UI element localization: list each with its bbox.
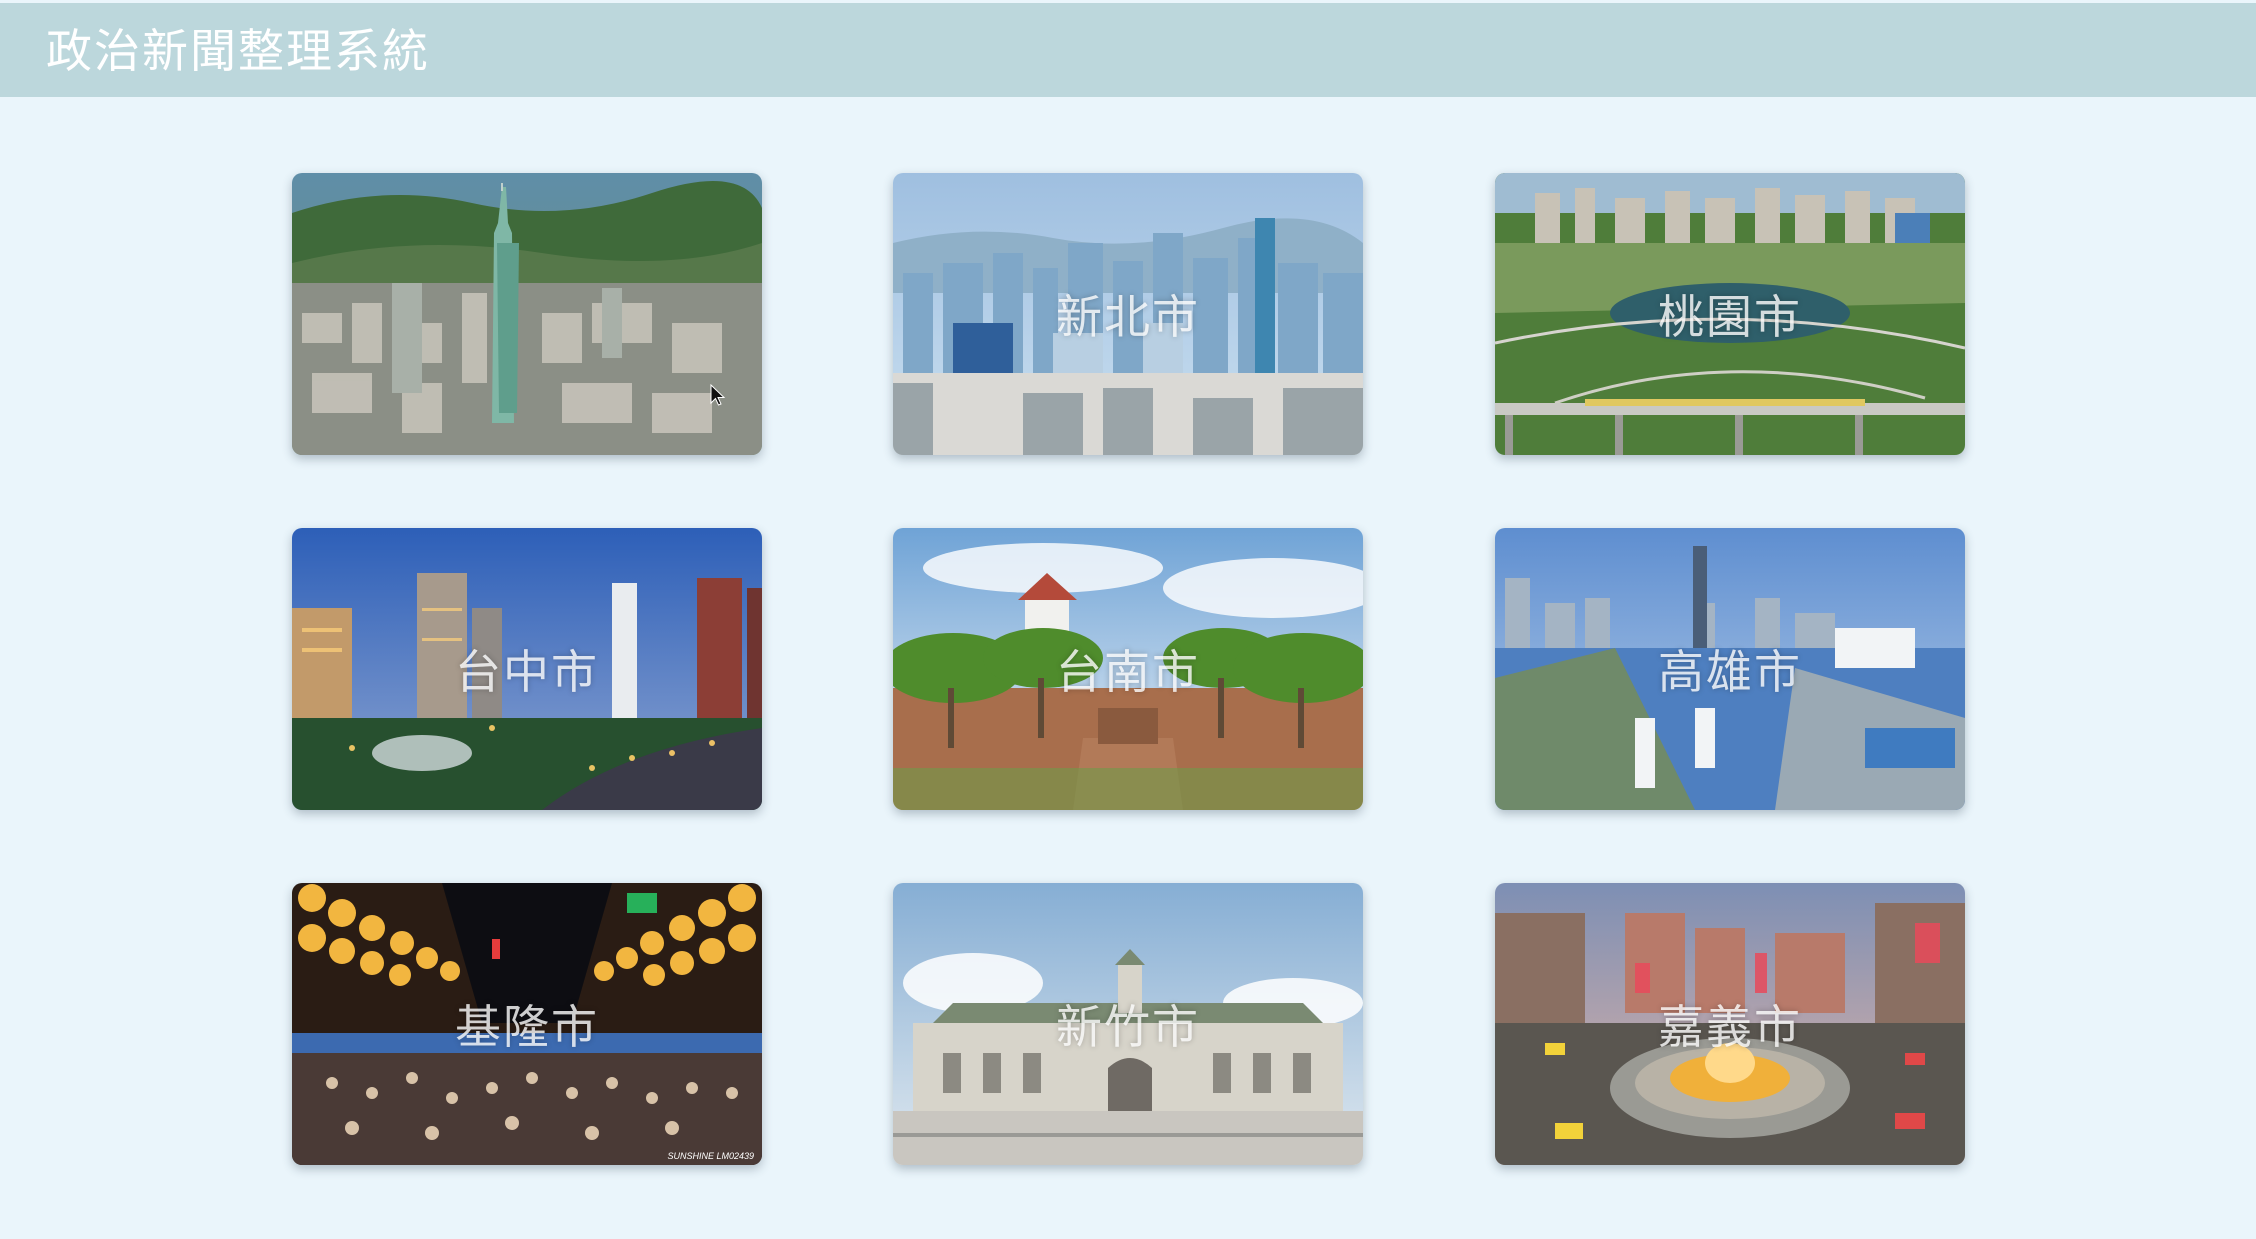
- photo-watermark: SUNSHINE LM02439: [667, 1151, 754, 1161]
- city-label: 台中市: [455, 645, 599, 699]
- app-title: 政治新聞整理系統: [46, 24, 430, 78]
- city-card-taipei[interactable]: [292, 173, 762, 455]
- city-label: 嘉義市: [1658, 1000, 1802, 1054]
- city-card-new-taipei[interactable]: 新北市: [893, 173, 1363, 455]
- city-label: 高雄市: [1658, 645, 1802, 699]
- taipei-101-aerial-photo: [292, 173, 762, 455]
- city-card-chiayi[interactable]: 嘉義市: [1495, 883, 1965, 1165]
- city-card-taichung[interactable]: 台中市: [292, 528, 762, 810]
- top-header-bar: 政治新聞整理系統: [0, 3, 2256, 97]
- city-label: 新北市: [1056, 290, 1200, 344]
- city-card-tainan[interactable]: 台南市: [893, 528, 1363, 810]
- city-label: 桃園市: [1658, 290, 1802, 344]
- city-card-kaohsiung[interactable]: 高雄市: [1495, 528, 1965, 810]
- city-label: 基隆市: [455, 1000, 599, 1054]
- city-label: 新竹市: [1056, 1000, 1200, 1054]
- city-card-hsinchu[interactable]: 新竹市: [893, 883, 1363, 1165]
- city-card-keelung[interactable]: SUNSHINE LM02439 基隆市: [292, 883, 762, 1165]
- city-label: 台南市: [1056, 645, 1200, 699]
- mouse-cursor-icon: [710, 384, 726, 406]
- city-card-taoyuan[interactable]: 桃園市: [1495, 173, 1965, 455]
